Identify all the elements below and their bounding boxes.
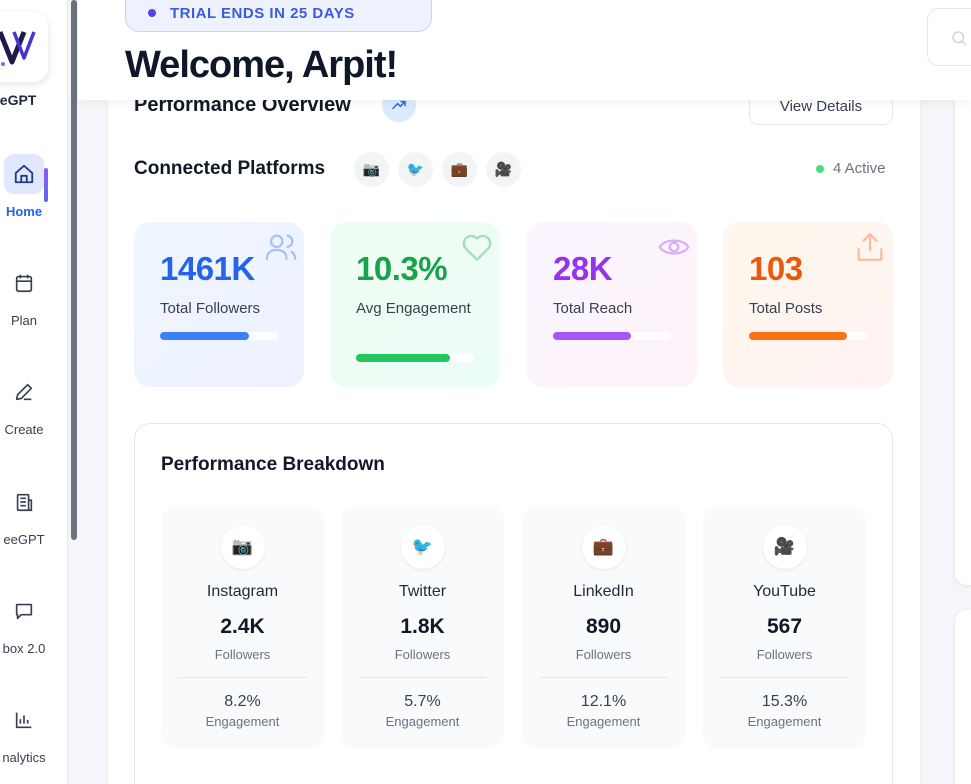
sidebar-item-home[interactable]: Home [0,154,68,219]
logo[interactable] [0,12,48,82]
followers-value: 2.4K [220,615,265,638]
followers-value: 567 [766,615,803,638]
sidebar-item-create[interactable]: Create [0,372,68,437]
stat-label: Total Reach [553,300,633,317]
engagement-label: Engagement [747,714,822,729]
trial-dot-icon [148,9,156,17]
engagement-value: 12.1% [580,693,627,710]
youtube-icon[interactable]: 🎥 [486,152,521,187]
stat-progress-fill [553,332,631,340]
platform-name: LinkedIn [573,583,634,600]
stat-progress [553,332,671,340]
stat-value: 103 [749,250,803,287]
divider [539,677,668,678]
divider [358,677,487,678]
stat-card-reach[interactable]: 28K Total Reach [527,222,697,387]
status-dot-icon [816,164,824,173]
connected-platform-icons: 📷 🐦 💼 🎥 [354,152,521,187]
platform-card-instagram[interactable]: 📷 Instagram 2.4K Followers 8.2% Engageme… [161,507,324,748]
twitter-icon[interactable]: 🐦 [398,152,433,187]
sidebar-item-label: Plan [10,313,38,328]
platform-card-youtube[interactable]: 🎥 YouTube 567 Followers 15.3% Engagement [703,507,866,748]
divider [178,677,307,678]
eye-icon [658,239,690,255]
sidebar-item-eegpt[interactable]: eeGPT [0,482,68,547]
platform-card-linkedin[interactable]: 💼 LinkedIn 890 Followers 12.1% Engagemen… [522,507,685,748]
page-title: Welcome, Arpit! [125,44,398,86]
sidebar-item-analytics[interactable]: nalytics [0,700,68,765]
share-icon [857,233,883,261]
users-icon [265,234,297,260]
followers-label: Followers [214,647,271,662]
stat-progress-fill [356,354,451,362]
youtube-icon: 🎥 [762,525,807,569]
bar-chart-icon [4,700,44,740]
stat-progress-fill [749,332,847,340]
stat-card-engagement[interactable]: 10.3% Avg Engagement [330,222,500,387]
engagement-label: Engagement [385,714,460,729]
sidebar: eeGPT Home Plan Create eeGPT box 2.0 [0,0,68,784]
sidebar-item-label: Create [4,422,44,437]
message-icon [4,591,44,631]
stat-card-followers[interactable]: 1461K Total Followers [134,222,304,387]
engagement-value: 5.7% [404,693,441,710]
engagement-value: 8.2% [224,693,261,710]
search-icon [952,31,967,46]
right-panel [955,60,971,585]
stat-value: 10.3% [356,250,448,287]
brand-name: eeGPT [0,92,37,108]
active-status: 4 Active [816,160,886,177]
building-icon [4,482,44,522]
stat-label: Total Posts [749,300,823,317]
engagement-label: Engagement [566,714,641,729]
stat-label: Avg Engagement [356,300,471,317]
twitter-icon: 🐦 [400,525,445,569]
engagement-value: 15.3% [761,693,808,710]
platform-name: Instagram [206,583,279,600]
trial-banner[interactable]: TRIAL ENDS IN 25 DAYS [125,0,432,32]
linkedin-icon: 💼 [581,525,626,569]
active-count-text: 4 Active [833,160,886,177]
sidebar-item-label: box 2.0 [2,641,46,656]
search-input[interactable] [927,8,971,66]
header: TRIAL ENDS IN 25 DAYS Welcome, Arpit! [78,0,971,100]
stat-value: 28K [553,250,613,287]
stat-progress [356,354,474,362]
sidebar-item-inbox[interactable]: box 2.0 [0,591,68,656]
followers-label: Followers [575,647,632,662]
followers-label: Followers [394,647,451,662]
logo-icon [0,31,36,66]
stat-progress-fill [160,332,249,340]
calendar-icon [4,263,44,303]
instagram-icon[interactable]: 📷 [354,152,389,187]
stat-card-posts[interactable]: 103 Total Posts [723,222,893,387]
connected-platforms-title: Connected Platforms [134,158,326,179]
active-indicator [44,168,48,202]
instagram-icon: 📷 [220,525,265,569]
followers-value: 890 [585,615,622,638]
heart-icon [462,234,492,261]
followers-value: 1.8K [400,615,445,638]
divider [720,677,849,678]
engagement-label: Engagement [205,714,280,729]
sidebar-item-label: Home [5,204,43,219]
platform-name: Twitter [398,583,447,600]
sidebar-item-plan[interactable]: Plan [0,263,68,328]
pen-icon [4,372,44,412]
sidebar-scrollbar[interactable] [71,0,77,540]
sidebar-item-label: nalytics [2,750,46,765]
performance-breakdown-title: Performance Breakdown [161,454,385,475]
stat-progress [160,332,278,340]
platform-name: YouTube [753,583,816,600]
linkedin-icon[interactable]: 💼 [442,152,477,187]
sidebar-item-label: eeGPT [3,532,45,547]
trial-text: TRIAL ENDS IN 25 DAYS [170,4,355,22]
right-panel-lower [955,610,971,784]
home-icon [4,154,44,194]
followers-label: Followers [756,647,813,662]
stat-progress [749,332,867,340]
platform-card-twitter[interactable]: 🐦 Twitter 1.8K Followers 5.7% Engagement [341,507,504,748]
stat-value: 1461K [160,250,255,287]
stat-label: Total Followers [160,300,261,317]
